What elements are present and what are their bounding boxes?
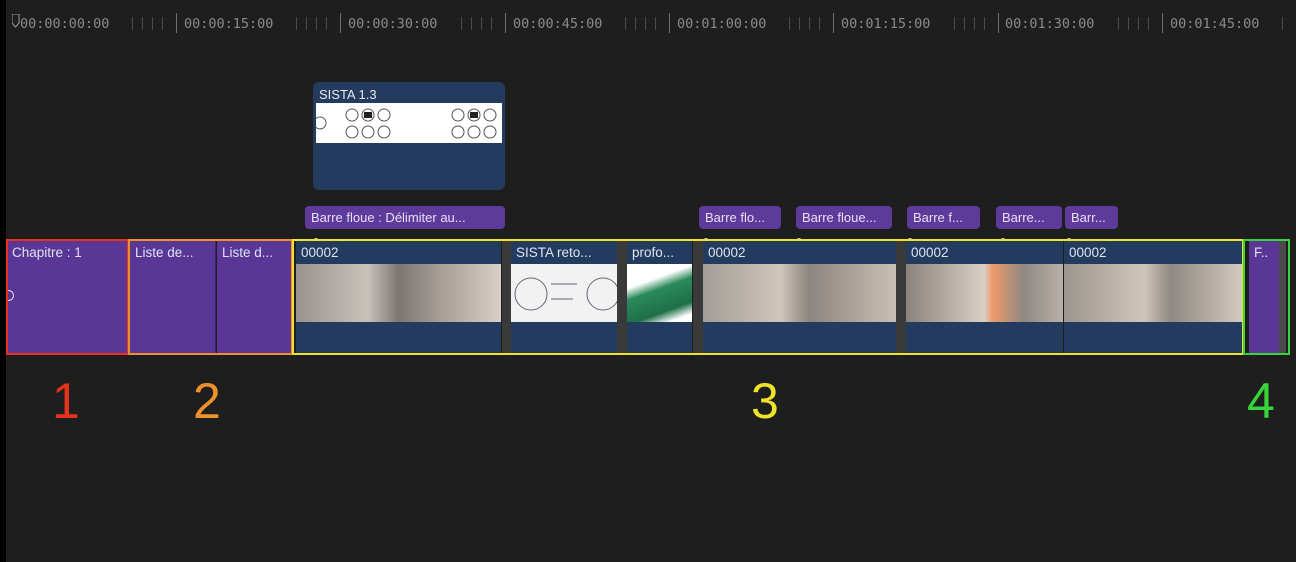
chapter-marker-icon[interactable] xyxy=(7,290,14,301)
ruler-minor-tick xyxy=(973,17,975,30)
timecode-label: 00:00:00:00 xyxy=(20,16,110,32)
clip-filmstrip xyxy=(296,264,501,322)
effect-clip[interactable]: Barr... xyxy=(1065,206,1118,229)
video-clip[interactable]: 00002 xyxy=(296,240,501,354)
ruler-minor-tick xyxy=(654,17,656,30)
ruler-minor-tick xyxy=(152,17,153,30)
list-clip[interactable]: Liste d... xyxy=(217,240,291,354)
ruler-major-tick xyxy=(176,13,177,33)
video-clip[interactable]: 00002 xyxy=(703,240,896,354)
ruler-minor-tick xyxy=(963,17,965,30)
ruler-minor-tick xyxy=(1127,17,1129,30)
ruler-major-tick xyxy=(833,13,835,33)
ruler-minor-tick xyxy=(162,17,163,30)
ruler-minor-tick xyxy=(809,17,811,30)
timecode-label: 00:01:15:00 xyxy=(841,16,931,32)
ruler-minor-tick xyxy=(326,17,328,30)
timecode-label: 00:01:00:00 xyxy=(677,16,767,32)
ruler-minor-tick xyxy=(306,17,308,30)
timecode-label: 00:01:45:00 xyxy=(1170,16,1260,32)
ruler-minor-tick xyxy=(490,17,492,30)
timecode-label: 00:00:15:00 xyxy=(184,16,274,32)
effect-clip[interactable]: Barre... xyxy=(996,206,1062,229)
clip-label: profo... xyxy=(632,245,675,260)
effect-clip[interactable]: Barre floue : Délimiter au... xyxy=(305,206,505,229)
clip-filmstrip xyxy=(906,264,1063,322)
timeline-left-edge xyxy=(0,0,6,562)
clip-thumbnail xyxy=(313,103,502,143)
clip-label: 00002 xyxy=(1069,245,1107,260)
ruler-minor-tick xyxy=(789,17,791,30)
group-number-4: 4 xyxy=(1247,373,1275,429)
ruler-minor-tick xyxy=(799,17,801,30)
clip-separator xyxy=(693,240,703,354)
clip-filmstrip xyxy=(511,264,617,322)
timecode-label: 00:01:30:00 xyxy=(1005,16,1095,32)
effect-clip[interactable]: Barre f... xyxy=(907,206,980,229)
ruler-minor-tick xyxy=(142,17,143,30)
ruler-minor-tick xyxy=(480,17,482,30)
clip-label: SISTA 1.3 xyxy=(319,87,377,102)
timecode-label: 00:00:30:00 xyxy=(348,16,438,32)
ruler-minor-tick xyxy=(644,17,646,30)
ruler-major-tick xyxy=(504,13,506,33)
ruler-minor-tick xyxy=(470,17,472,30)
ruler-minor-tick xyxy=(132,17,133,30)
clip-label: Liste de... xyxy=(135,245,194,260)
clip-label: 00002 xyxy=(301,245,339,260)
list-clip[interactable]: Liste de... xyxy=(130,240,216,354)
clip-label: F.. xyxy=(1254,245,1269,260)
ruler-minor-tick xyxy=(819,17,821,30)
ruler-minor-tick xyxy=(953,17,955,30)
clip-label: SISTA reto... xyxy=(516,245,592,260)
end-clip[interactable]: F.. xyxy=(1249,240,1279,354)
video-clip[interactable]: 00002 xyxy=(906,240,1063,354)
timecode-label: 00:00:45:00 xyxy=(513,16,603,32)
playhead-icon[interactable] xyxy=(11,13,20,28)
ruler-minor-tick xyxy=(983,17,985,30)
ruler-minor-tick xyxy=(1117,17,1119,30)
ruler-minor-tick xyxy=(1147,17,1149,30)
ruler-minor-tick xyxy=(296,17,298,30)
clip-filmstrip xyxy=(627,264,692,322)
clip-label: Liste d... xyxy=(222,245,274,260)
video-clip[interactable]: profo... xyxy=(627,240,692,354)
group-number-3: 3 xyxy=(751,373,779,429)
chapter-clip[interactable]: Chapitre : 1 xyxy=(7,240,128,354)
group-number-1: 1 xyxy=(52,373,80,429)
ruler-minor-tick xyxy=(460,17,462,30)
clip-label: 00002 xyxy=(708,245,746,260)
clip-label: 00002 xyxy=(911,245,949,260)
effect-clip[interactable]: Barre flo... xyxy=(699,206,781,229)
effect-clip[interactable]: Barre floue... xyxy=(796,206,892,229)
connected-title-clip[interactable]: SISTA 1.3 xyxy=(313,82,505,190)
clip-label: Chapitre : 1 xyxy=(12,245,82,260)
ruler-major-tick xyxy=(997,13,999,33)
ruler-major-tick xyxy=(668,13,670,33)
clip-separator xyxy=(1279,240,1286,354)
clip-separator xyxy=(896,240,906,354)
ruler-minor-tick xyxy=(316,17,318,30)
ruler-major-tick xyxy=(340,13,342,33)
group-number-2: 2 xyxy=(193,373,221,429)
clip-separator xyxy=(617,240,627,354)
video-clip[interactable]: SISTA reto... xyxy=(511,240,617,354)
ruler-minor-tick xyxy=(624,17,626,30)
ruler-minor-tick xyxy=(634,17,636,30)
ruler-minor-tick xyxy=(1137,17,1139,30)
ruler-major-tick xyxy=(1161,13,1163,33)
ruler-minor-tick xyxy=(1282,17,1284,30)
clip-filmstrip xyxy=(1064,264,1242,322)
video-clip[interactable]: 00002 xyxy=(1064,240,1242,354)
clip-filmstrip xyxy=(703,264,896,322)
